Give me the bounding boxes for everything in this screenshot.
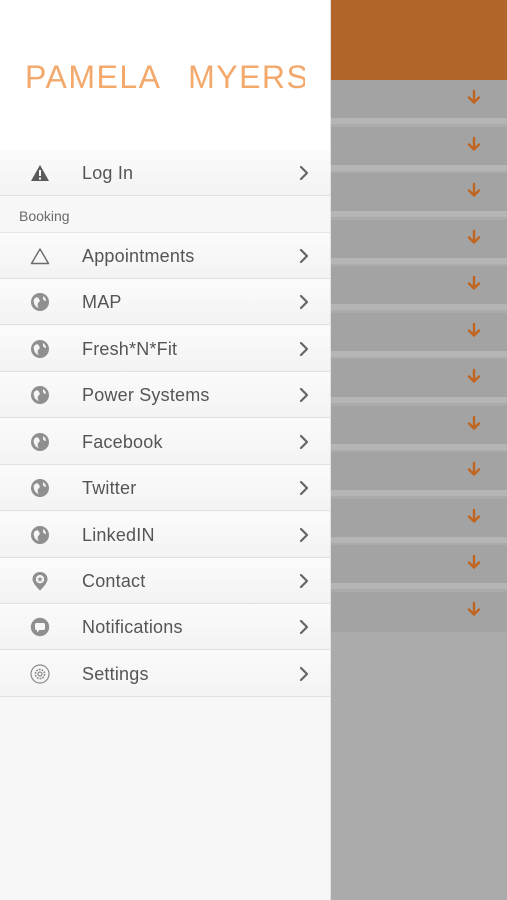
- brand-logo: PAMELA MYERS: [25, 59, 305, 94]
- warning-icon: [31, 165, 49, 181]
- down-arrow-icon: [467, 508, 481, 523]
- background-row-separator: [331, 164, 507, 171]
- background-content-panel: [331, 0, 507, 900]
- globe-icon: [31, 479, 49, 497]
- menu-item-label: Facebook: [82, 432, 163, 452]
- globe-icon: [31, 433, 49, 451]
- down-arrow-icon: [467, 415, 481, 430]
- menu-item-label: Power Systems: [82, 385, 210, 405]
- chevron-right-icon: [299, 248, 309, 264]
- triangle-outline-icon: [30, 248, 50, 265]
- down-arrow-icon: [467, 601, 481, 616]
- chat-bubble-icon: [30, 617, 50, 637]
- background-row-separator: [331, 583, 507, 589]
- menu-item-map[interactable]: MAP: [0, 279, 330, 325]
- background-row-separator: [331, 304, 507, 310]
- down-arrow-icon: [467, 322, 481, 337]
- down-arrow-icon: [467, 368, 481, 383]
- location-pin-icon: [32, 572, 48, 591]
- menu-item-label: Fresh*N*Fit: [82, 339, 178, 359]
- brand-header: PAMELA MYERS: [0, 0, 330, 150]
- background-row-separator: [331, 211, 507, 217]
- down-arrow-icon: [467, 461, 481, 476]
- menu-item-linkedin[interactable]: LinkedIN: [0, 512, 330, 558]
- background-row-separator: [331, 443, 507, 450]
- chevron-right-icon: [299, 666, 309, 682]
- menu-item-fresh-n-fit[interactable]: Fresh*N*Fit: [0, 326, 330, 372]
- menu-item-appointments[interactable]: Appointments: [0, 233, 330, 279]
- background-row-separator: [331, 350, 507, 357]
- down-arrow-icon: [467, 136, 481, 151]
- background-row-separator: [331, 397, 507, 403]
- menu-item-settings[interactable]: Settings: [0, 651, 330, 697]
- section-header-label: Booking: [19, 208, 70, 224]
- menu-item-power-systems[interactable]: Power Systems: [0, 372, 330, 418]
- chevron-right-icon: [299, 294, 309, 310]
- menu-item-twitter[interactable]: Twitter: [0, 465, 330, 511]
- chevron-right-icon: [299, 573, 309, 589]
- background-row-separator: [331, 118, 507, 124]
- menu-item-label: Log In: [82, 163, 134, 183]
- background-row-separator: [331, 257, 507, 264]
- chevron-right-icon: [299, 480, 309, 496]
- chevron-right-icon: [299, 619, 309, 635]
- chevron-right-icon: [299, 387, 309, 403]
- menu-item-contact[interactable]: Contact: [0, 558, 330, 604]
- menu-item-label: LinkedIN: [82, 525, 155, 545]
- menu-item-label: Settings: [82, 664, 149, 684]
- chevron-right-icon: [299, 527, 309, 543]
- section-header-booking: Booking: [0, 196, 330, 233]
- down-arrow-icon: [467, 554, 481, 569]
- down-arrow-icon: [467, 182, 481, 197]
- background-header-bar: [331, 0, 507, 80]
- menu-item-label: Notifications: [82, 617, 183, 637]
- brand-title: PAMELA MYERS: [25, 59, 305, 94]
- background-row-separator: [331, 536, 507, 543]
- navigation-drawer: PAMELA MYERS Log In Booking Appointments: [0, 0, 331, 900]
- down-arrow-icon: [467, 275, 481, 290]
- globe-icon: [31, 526, 49, 544]
- down-arrow-icon: [467, 229, 481, 244]
- globe-icon: [31, 340, 49, 358]
- gear-icon: [30, 664, 50, 684]
- chevron-right-icon: [299, 434, 309, 450]
- menu-item-label: Twitter: [82, 478, 137, 498]
- chevron-right-icon: [299, 341, 309, 357]
- background-row-separator: [331, 490, 507, 496]
- menu-item-notifications[interactable]: Notifications: [0, 604, 330, 650]
- chevron-right-icon: [299, 165, 309, 181]
- menu-item-label: Contact: [82, 571, 146, 591]
- down-arrow-icon: [467, 89, 481, 104]
- globe-icon: [31, 293, 49, 311]
- menu-item-label: MAP: [82, 292, 122, 312]
- menu-item-label: Appointments: [82, 246, 195, 266]
- menu-item-facebook[interactable]: Facebook: [0, 419, 330, 465]
- menu-item-log-in[interactable]: Log In: [0, 150, 330, 196]
- globe-icon: [31, 386, 49, 404]
